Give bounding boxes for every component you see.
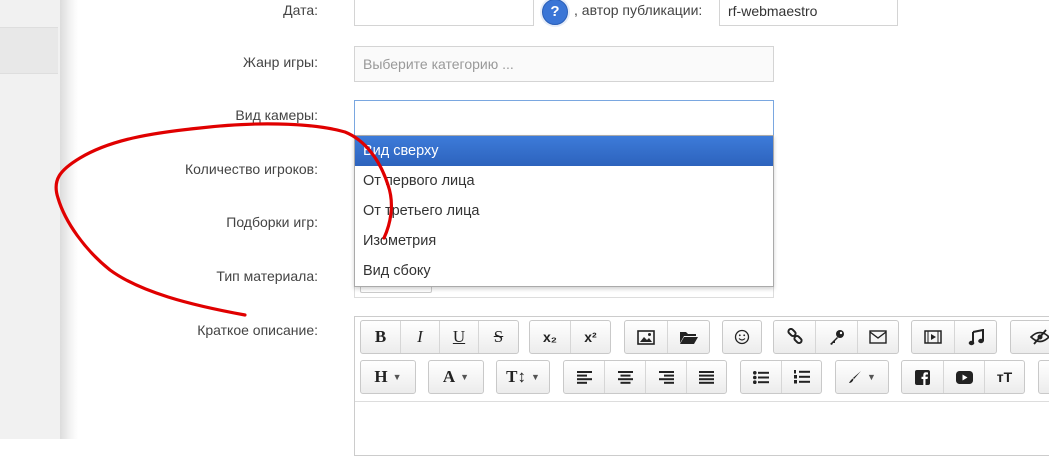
link-group — [773, 320, 899, 354]
dropdown-option[interactable]: От третьего лица — [355, 196, 773, 226]
numbered-list-icon[interactable] — [782, 361, 821, 393]
heading-dropdown[interactable]: H ▼ — [360, 360, 416, 394]
superscript-button[interactable]: x² — [571, 321, 610, 353]
text-size-button[interactable]: тT — [985, 361, 1024, 393]
emoji-group — [722, 320, 762, 354]
dropdown-option[interactable]: Изометрия — [355, 226, 773, 256]
link-icon[interactable] — [774, 321, 816, 353]
heading-button[interactable]: H — [374, 367, 387, 387]
chevron-down-icon: ▼ — [460, 372, 470, 382]
date-input[interactable] — [354, 0, 534, 26]
align-left-icon[interactable] — [564, 361, 605, 393]
camera-select-search[interactable] — [354, 100, 774, 136]
align-group — [563, 360, 727, 394]
media-group — [624, 320, 710, 354]
smile-icon[interactable] — [723, 321, 761, 353]
video-icon[interactable] — [912, 321, 955, 353]
collections-label: Подборки игр: — [226, 214, 318, 230]
social-group: тT — [901, 360, 1025, 394]
key-icon[interactable] — [816, 321, 858, 353]
align-center-icon[interactable] — [605, 361, 646, 393]
strike-button[interactable]: S — [479, 321, 518, 353]
mail-icon[interactable] — [858, 321, 898, 353]
underline-button[interactable]: U — [440, 321, 479, 353]
players-label: Количество игроков: — [185, 161, 318, 177]
facebook-icon[interactable] — [902, 361, 944, 393]
chevron-down-icon: ▼ — [392, 372, 402, 382]
editor-content-area[interactable] — [355, 401, 1049, 442]
font-size-button[interactable]: T↕ — [506, 367, 526, 387]
align-right-icon[interactable] — [646, 361, 687, 393]
font-dropdown[interactable]: A ▼ — [428, 360, 484, 394]
brush-icon[interactable]: ▼ — [836, 361, 888, 393]
dropdown-option[interactable]: От первого лица — [355, 166, 773, 196]
left-sidebar — [0, 0, 60, 439]
subscript-button[interactable]: x₂ — [530, 321, 571, 353]
image-icon[interactable] — [625, 321, 668, 353]
author-input[interactable]: rf-webmaestro — [719, 0, 898, 26]
font-button[interactable]: A — [443, 367, 455, 387]
chevron-down-icon: ▼ — [530, 372, 540, 382]
script-group: x₂ x² — [529, 320, 611, 354]
genre-label: Жанр игры: — [243, 54, 318, 70]
eye-slash-icon[interactable] — [1011, 321, 1049, 353]
genre-placeholder: Выберите категорию ... — [363, 56, 514, 72]
genre-select[interactable]: Выберите категорию ... — [354, 46, 774, 82]
material-label: Тип материала: — [216, 268, 318, 284]
bullet-list-icon[interactable] — [741, 361, 782, 393]
sidebar-item[interactable] — [0, 27, 58, 74]
youtube-icon[interactable] — [944, 361, 985, 393]
align-justify-icon[interactable] — [687, 361, 726, 393]
more-group[interactable] — [1038, 360, 1049, 394]
camera-label: Вид камеры: — [235, 107, 318, 123]
dropdown-option[interactable]: Вид сверху — [355, 136, 773, 166]
date-label: Дата: — [283, 2, 318, 18]
brush-dropdown[interactable]: ▼ — [835, 360, 889, 394]
list-group — [740, 360, 822, 394]
sidebar-shadow — [60, 0, 78, 439]
help-icon[interactable]: ? — [542, 0, 568, 25]
bold-button[interactable]: B — [361, 321, 401, 353]
editor-toolbar-row-1: B I U S x₂ x² — [360, 320, 1049, 358]
visibility-group — [1010, 320, 1049, 354]
chevron-down-icon: ▼ — [867, 372, 876, 382]
editor-toolbar-row-2: H ▼ A ▼ T↕ ▼ ▼ тT — [360, 360, 1049, 398]
author-value: rf-webmaestro — [728, 3, 818, 19]
format-group: B I U S — [360, 320, 519, 354]
author-label: , автор публикации: — [574, 2, 703, 18]
dropdown-option[interactable]: Вид сбоку — [355, 256, 773, 286]
music-icon[interactable] — [955, 321, 996, 353]
font-size-dropdown[interactable]: T↕ ▼ — [496, 360, 550, 394]
folder-icon[interactable] — [668, 321, 709, 353]
av-group — [911, 320, 997, 354]
short-description-label: Краткое описание: — [197, 322, 318, 338]
italic-button[interactable]: I — [401, 321, 440, 353]
camera-dropdown[interactable]: Вид сверху От первого лица От третьего л… — [354, 135, 774, 287]
